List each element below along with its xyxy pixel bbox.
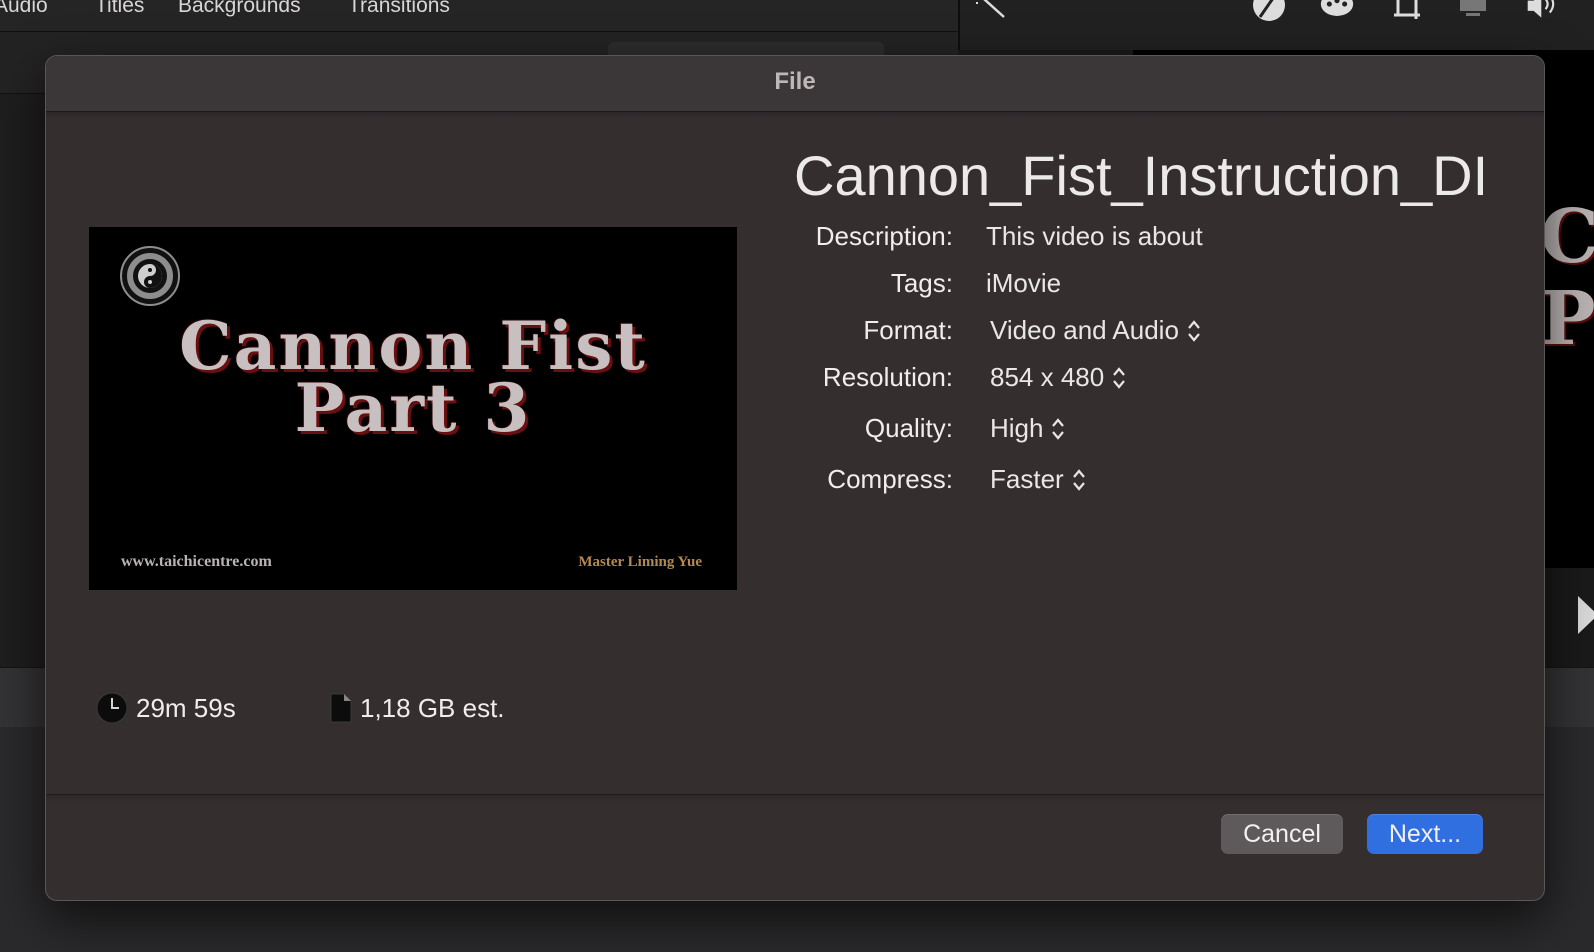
tags-row: Tags: iMovie	[746, 267, 1506, 299]
chevron-updown-icon	[1188, 320, 1200, 342]
duration-value: 29m 59s	[136, 692, 236, 723]
description-row: Description: This video is about	[746, 220, 1506, 252]
compress-label: Compress:	[827, 464, 953, 494]
chevron-updown-icon	[1052, 418, 1065, 440]
thumbnail-title-line-1: Cannon Fist	[179, 307, 647, 385]
format-label: Format:	[863, 315, 953, 345]
content-tabs-bar: Audio Titles Backgrounds Transitions	[0, 0, 958, 32]
crop-icon[interactable]	[1390, 0, 1424, 24]
size-stat: 1,18 GB est.	[330, 690, 505, 726]
thumbnail-title: Cannon Fist Part 3	[89, 307, 737, 447]
app-window: Audio Titles Backgrounds Transitions CaP…	[0, 0, 1594, 952]
description-label: Description:	[815, 221, 953, 251]
format-popup[interactable]: Video and Audio	[990, 314, 1201, 346]
compress-row: Compress: Faster	[746, 463, 1506, 495]
quality-label: Quality:	[864, 413, 953, 443]
tags-field[interactable]: iMovie	[986, 267, 1061, 299]
dialog-title: File	[46, 56, 1544, 112]
tai-chi-logo	[120, 246, 180, 306]
duration-stat: 29m 59s	[96, 690, 236, 726]
clock-icon	[96, 692, 128, 724]
chevron-updown-icon	[1072, 469, 1085, 491]
magic-wand-icon[interactable]	[976, 0, 1010, 24]
volume-icon[interactable]	[1526, 0, 1560, 24]
quality-popup[interactable]: High	[990, 412, 1065, 444]
cancel-button[interactable]: Cancel	[1221, 814, 1343, 854]
footer-separator	[46, 794, 1544, 802]
title-separator	[46, 112, 1544, 120]
color-balance-icon[interactable]	[1252, 0, 1286, 24]
resolution-row: Resolution: 854 x 480	[746, 361, 1506, 393]
format-row: Format: Video and Audio	[746, 314, 1506, 346]
quality-row: Quality: High	[746, 412, 1506, 444]
adjustments-toolbar	[958, 0, 1594, 50]
resolution-value: 854 x 480	[990, 362, 1105, 392]
chevron-updown-icon	[1113, 367, 1126, 389]
quality-value: High	[990, 413, 1044, 443]
size-value: 1,18 GB est.	[360, 692, 505, 723]
file-name-field[interactable]: Cannon_Fist_Instruction_DI	[794, 141, 1494, 211]
thumbnail-title-line-2: Part 3	[294, 369, 532, 447]
description-field[interactable]: This video is about	[986, 220, 1203, 252]
tags-label: Tags:	[890, 268, 953, 298]
compress-popup[interactable]: Faster	[990, 463, 1086, 495]
compress-value: Faster	[990, 464, 1064, 494]
stabilization-icon[interactable]	[1456, 0, 1490, 24]
tab-backgrounds[interactable]: Backgrounds	[178, 0, 301, 18]
resolution-popup[interactable]: 854 x 480	[990, 361, 1126, 393]
tab-transitions[interactable]: Transitions	[348, 0, 450, 18]
resolution-label: Resolution:	[822, 362, 953, 392]
viewer-frame-text: CaPa	[1540, 194, 1594, 362]
palette-icon[interactable]	[1320, 0, 1354, 24]
document-icon	[330, 693, 352, 723]
next-button[interactable]: Next...	[1367, 814, 1483, 854]
thumbnail-master: Master Liming Yue	[578, 554, 702, 570]
share-file-dialog: File Cannon Fist Part 3 www.taichicentre…	[45, 55, 1545, 901]
tab-titles[interactable]: Titles	[95, 0, 144, 18]
format-value: Video and Audio	[990, 315, 1179, 345]
tab-audio[interactable]: Audio	[0, 0, 48, 18]
video-thumbnail: Cannon Fist Part 3 www.taichicentre.com …	[89, 227, 737, 590]
play-icon[interactable]	[1578, 596, 1594, 634]
thumbnail-url: www.taichicentre.com	[121, 553, 272, 570]
